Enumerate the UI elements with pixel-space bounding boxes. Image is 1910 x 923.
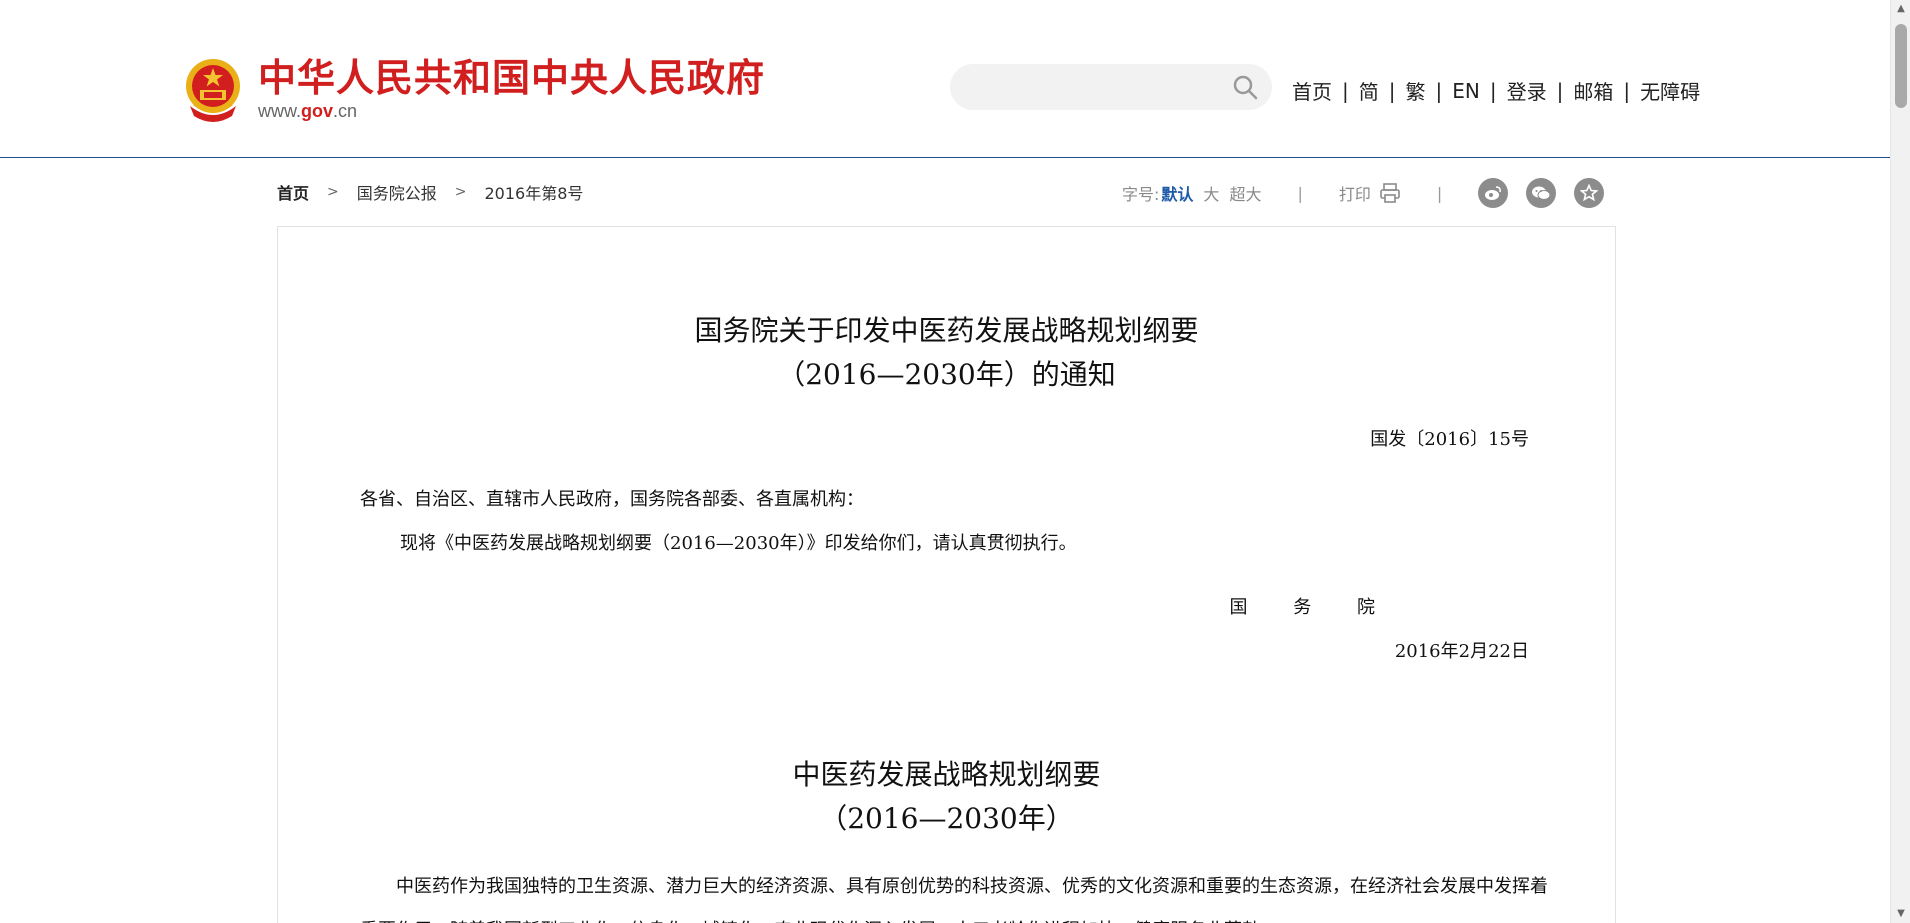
chevron-right-icon: > [454,184,467,200]
nav-english[interactable]: EN [1452,79,1480,103]
scroll-up-icon[interactable]: ▲ [1891,0,1910,18]
nav-separator: | [1623,78,1631,103]
weibo-icon[interactable] [1478,178,1509,208]
nav-separator: | [1342,78,1349,103]
site-header: 中华人民共和国中央人民政府 www.gov.cn 首页 | 简 | 繁 | EN… [0,0,1890,158]
font-size-label: 字号: [1122,185,1160,204]
article-title-line1: 国务院关于印发中医药发展战略规划纲要 [694,314,1199,347]
scroll-down-icon[interactable]: ▼ [1891,905,1910,923]
font-size-large[interactable]: 大 [1203,181,1219,205]
article-content: 国务院关于印发中医药发展战略规划纲要 （2016—2030年）的通知 国发〔20… [277,226,1616,923]
signatory: 国 务 院 [1229,597,1395,618]
favorite-star-icon[interactable] [1574,178,1605,208]
nav-login[interactable]: 登录 [1507,76,1547,105]
breadcrumb-issue[interactable]: 2016年第8号 [485,180,584,204]
tool-divider: | [1297,183,1303,203]
nav-simplified[interactable]: 简 [1359,76,1379,105]
signing-date: 2016年2月22日 [1394,641,1529,662]
notice-body: 现将《中医药发展战略规划纲要（2016—2030年）》印发给你们，请认真贯彻执行… [400,533,1077,554]
nav-separator: | [1489,78,1497,103]
page-scrollbar[interactable]: ▲ ▼ [1890,0,1910,923]
outline-body-paragraph: 中医药作为我国独特的卫生资源、潜力巨大的经济资源、具有原创优势的科技资源、优秀的… [360,876,1548,923]
breadcrumb: 首页 > 国务院公报 > 2016年第8号 [277,180,583,204]
outline-title-line2: （2016—2030年） [819,802,1074,835]
font-size-default[interactable]: 默认 [1161,181,1193,205]
search-icon[interactable] [1232,74,1258,100]
site-title: 中华人民共和国中央人民政府 [258,56,766,100]
font-size-xlarge[interactable]: 超大 [1229,181,1261,205]
nav-accessibility[interactable]: 无障碍 [1640,76,1700,105]
search-box [950,64,1272,110]
national-emblem-icon [180,54,246,124]
wechat-icon[interactable] [1526,178,1557,208]
print-label[interactable]: 打印 [1339,181,1371,205]
site-logo[interactable]: 中华人民共和国中央人民政府 www.gov.cn [180,54,765,124]
breadcrumb-gazette[interactable]: 国务院公报 [357,180,437,204]
breadcrumb-home[interactable]: 首页 [277,180,309,204]
tool-divider: | [1436,183,1443,203]
document-number: 国发〔2016〕15号 [1370,429,1529,450]
nav-separator: | [1556,78,1564,103]
addressee: 各省、自治区、直辖市人民政府，国务院各部委、各直属机构： [360,489,864,510]
article-title-line2: （2016—2030年）的通知 [777,358,1116,391]
nav-separator: | [1388,78,1396,103]
nav-mail[interactable]: 邮箱 [1573,76,1613,105]
printer-icon[interactable] [1379,182,1401,204]
page: 中华人民共和国中央人民政府 www.gov.cn 首页 | 简 | 繁 | EN… [0,0,1910,923]
nav-separator: | [1435,78,1443,103]
nav-traditional[interactable]: 繁 [1406,76,1426,105]
nav-home[interactable]: 首页 [1292,76,1332,105]
scroll-thumb[interactable] [1895,24,1907,108]
chevron-right-icon: > [327,184,339,200]
site-domain: www.gov.cn [258,101,358,121]
share-buttons [1478,178,1622,208]
outline-title-line1: 中医药发展战略规划纲要 [792,758,1101,791]
article-tools: 字号: 默认 大 超大 | 打印 | [1122,178,1622,208]
top-nav: 首页 | 简 | 繁 | EN | 登录 | 邮箱 | 无障碍 [1292,76,1700,105]
search-input[interactable] [970,72,1210,102]
